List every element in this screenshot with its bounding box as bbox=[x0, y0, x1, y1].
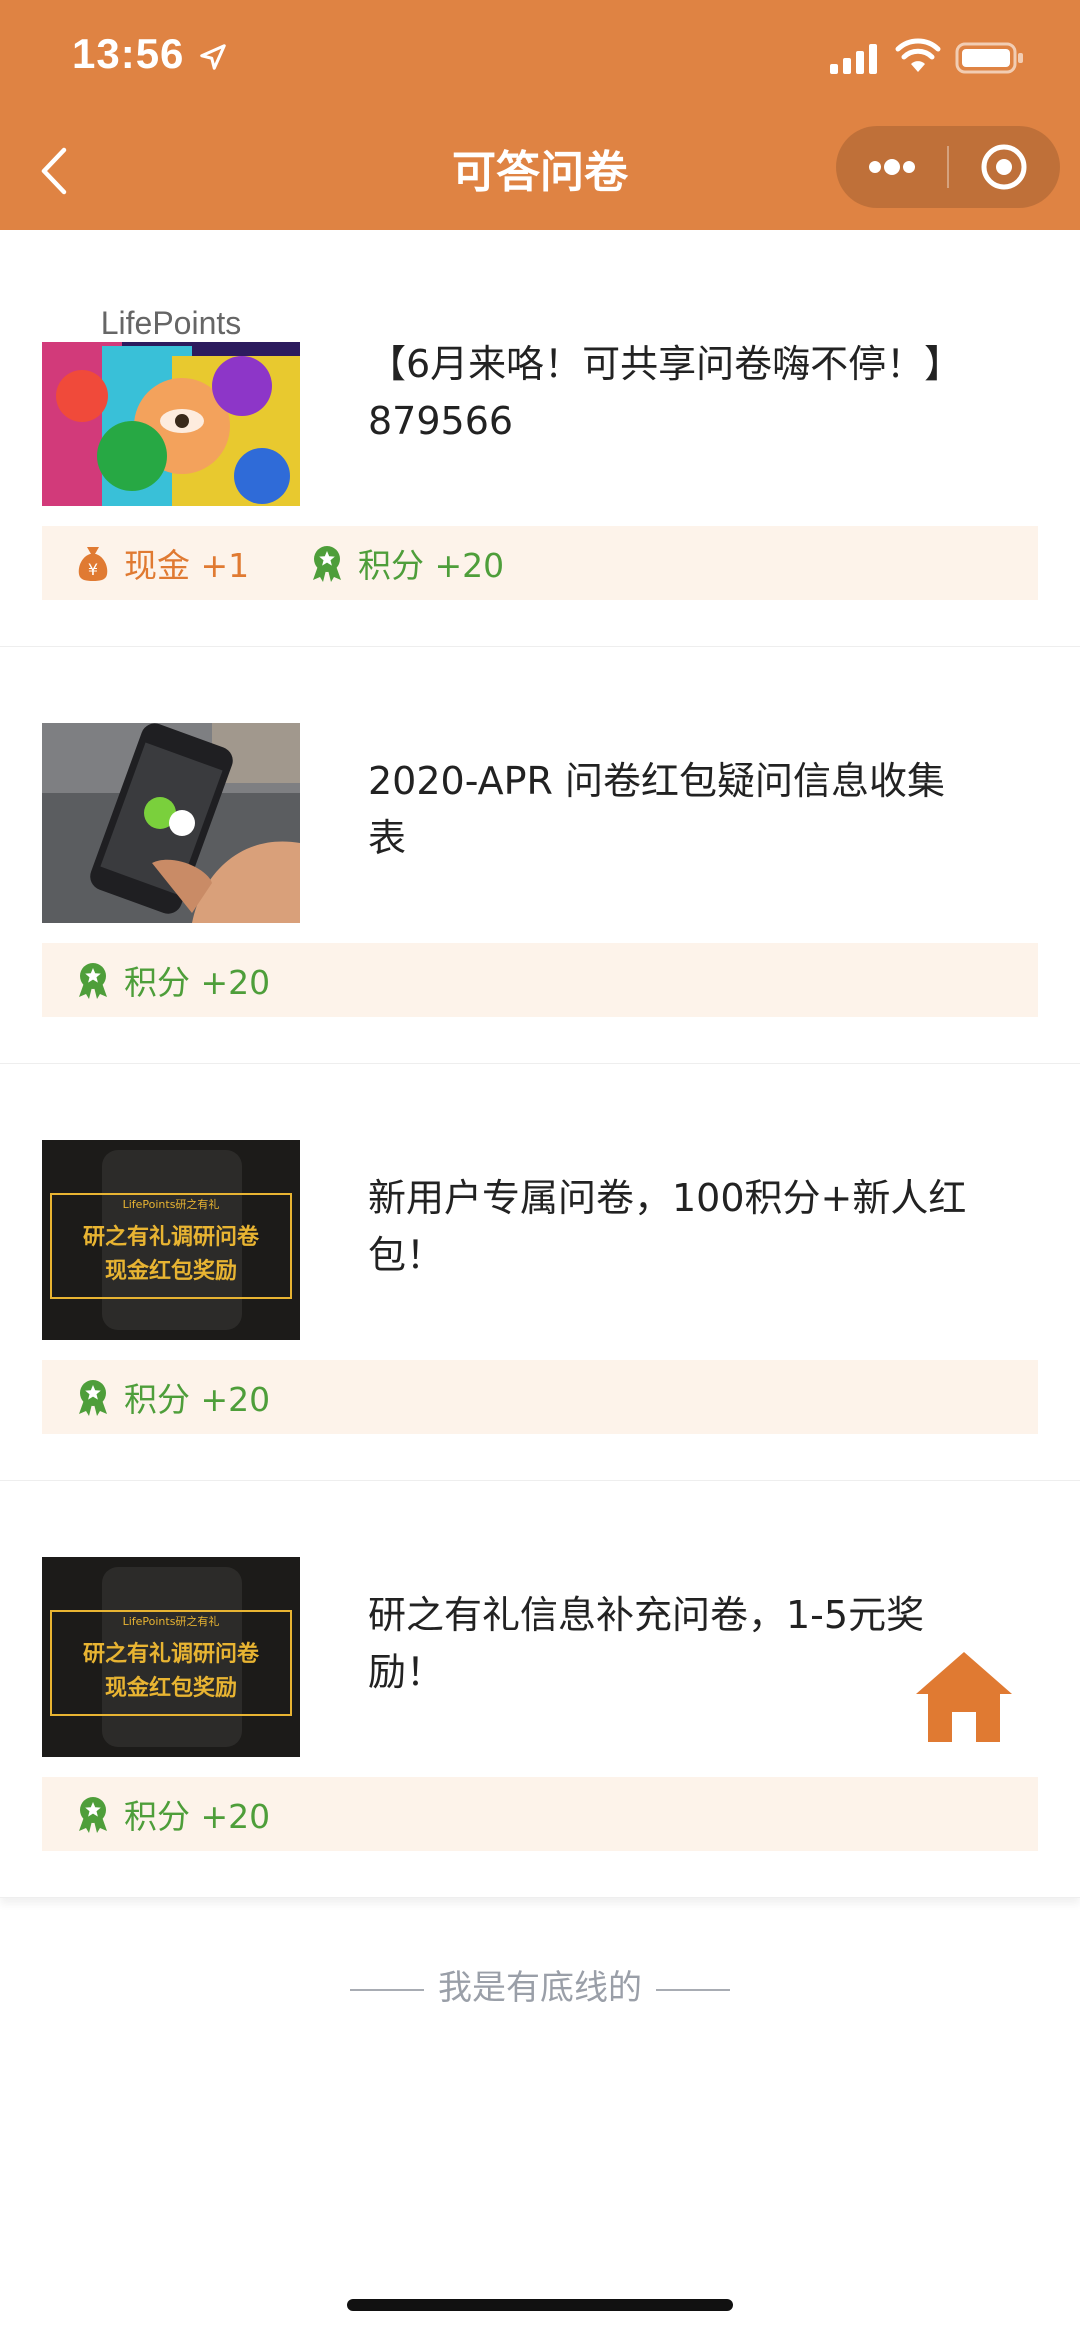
money-bag-icon: ¥ bbox=[78, 547, 108, 581]
thumbnail-line-1: 研之有礼调研问卷 bbox=[83, 1224, 260, 1250]
close-mini-program-button[interactable] bbox=[948, 126, 1060, 208]
end-of-list-text: 我是有底线的 bbox=[0, 1960, 1080, 2009]
divider-line bbox=[350, 1988, 424, 1991]
survey-card[interactable]: LifePoints研之有礼 研之有礼调研问卷 现金红包奖励 新用户专属问卷，1… bbox=[0, 1064, 1080, 1481]
reward-bar: ¥ 现金 +1 积分 +20 bbox=[42, 526, 1038, 600]
survey-card[interactable]: 2020-APR 问卷红包疑问信息收集表 积分 +20 bbox=[0, 647, 1080, 1064]
survey-title: 新用户专属问卷，100积分+新人红包！ bbox=[368, 1176, 967, 1277]
thumbnail-line-1: 研之有礼调研问卷 bbox=[83, 1641, 260, 1667]
reward-bar: 积分 +20 bbox=[42, 943, 1038, 1017]
mini-program-capsule bbox=[836, 126, 1060, 208]
end-of-list-label: 我是有底线的 bbox=[438, 1968, 642, 2008]
battery-icon bbox=[955, 42, 1023, 74]
wifi-icon bbox=[895, 38, 941, 72]
survey-thumbnail: LifePoints bbox=[42, 306, 300, 506]
survey-thumbnail: LifePoints研之有礼 研之有礼调研问卷 现金红包奖励 bbox=[42, 1140, 300, 1340]
cash-reward: ¥ 现金 +1 bbox=[76, 526, 249, 600]
cash-reward-label: 现金 +1 bbox=[124, 546, 250, 585]
cellular-signal-icon bbox=[830, 44, 877, 74]
location-arrow-icon bbox=[200, 44, 226, 70]
reward-bar: 积分 +20 bbox=[42, 1360, 1038, 1434]
header-bar: 13:56 可答问卷 bbox=[0, 0, 1080, 230]
home-indicator[interactable] bbox=[347, 2299, 733, 2311]
points-reward-label: 积分 +20 bbox=[124, 963, 271, 1002]
divider-line bbox=[656, 1988, 730, 1991]
points-reward-label: 积分 +20 bbox=[124, 1380, 271, 1419]
svg-text:¥: ¥ bbox=[88, 560, 98, 579]
thumbnail-logo-text: LifePoints bbox=[101, 306, 242, 341]
points-reward: 积分 +20 bbox=[76, 943, 270, 1017]
status-time: 13:56 bbox=[72, 30, 185, 77]
survey-list: LifePoints 【6月来咯！可共享问卷嗨不停！】879566 ¥ 现金 +… bbox=[0, 230, 1080, 1898]
points-reward-label: 积分 +20 bbox=[124, 1797, 271, 1836]
points-medal-icon bbox=[79, 963, 107, 999]
survey-card[interactable]: LifePoints 【6月来咯！可共享问卷嗨不停！】879566 ¥ 现金 +… bbox=[0, 230, 1080, 647]
points-reward: 积分 +20 bbox=[76, 1360, 270, 1434]
points-medal-icon bbox=[79, 1797, 107, 1833]
points-reward-label: 积分 +20 bbox=[358, 546, 505, 585]
thumbnail-top-text: LifePoints研之有礼 bbox=[123, 1197, 220, 1211]
survey-thumbnail: LifePoints研之有礼 研之有礼调研问卷 现金红包奖励 bbox=[42, 1557, 300, 1757]
survey-title: 【6月来咯！可共享问卷嗨不停！】879566 bbox=[368, 342, 963, 443]
survey-title: 2020-APR 问卷红包疑问信息收集表 bbox=[368, 759, 945, 860]
thumbnail-top-text: LifePoints研之有礼 bbox=[123, 1614, 220, 1628]
survey-title: 研之有礼信息补充问卷，1-5元奖励！ bbox=[368, 1593, 925, 1694]
reward-bar: 积分 +20 bbox=[42, 1777, 1038, 1851]
points-reward: 积分 +20 bbox=[76, 1777, 270, 1851]
thumbnail-line-2: 现金红包奖励 bbox=[105, 1675, 237, 1701]
more-options-button[interactable] bbox=[836, 126, 948, 208]
survey-thumbnail bbox=[42, 723, 300, 923]
thumbnail-line-2: 现金红包奖励 bbox=[105, 1258, 237, 1284]
points-medal-icon bbox=[313, 546, 341, 582]
points-reward: 积分 +20 bbox=[310, 526, 504, 600]
home-button[interactable] bbox=[914, 1650, 1014, 1744]
points-medal-icon bbox=[79, 1380, 107, 1416]
